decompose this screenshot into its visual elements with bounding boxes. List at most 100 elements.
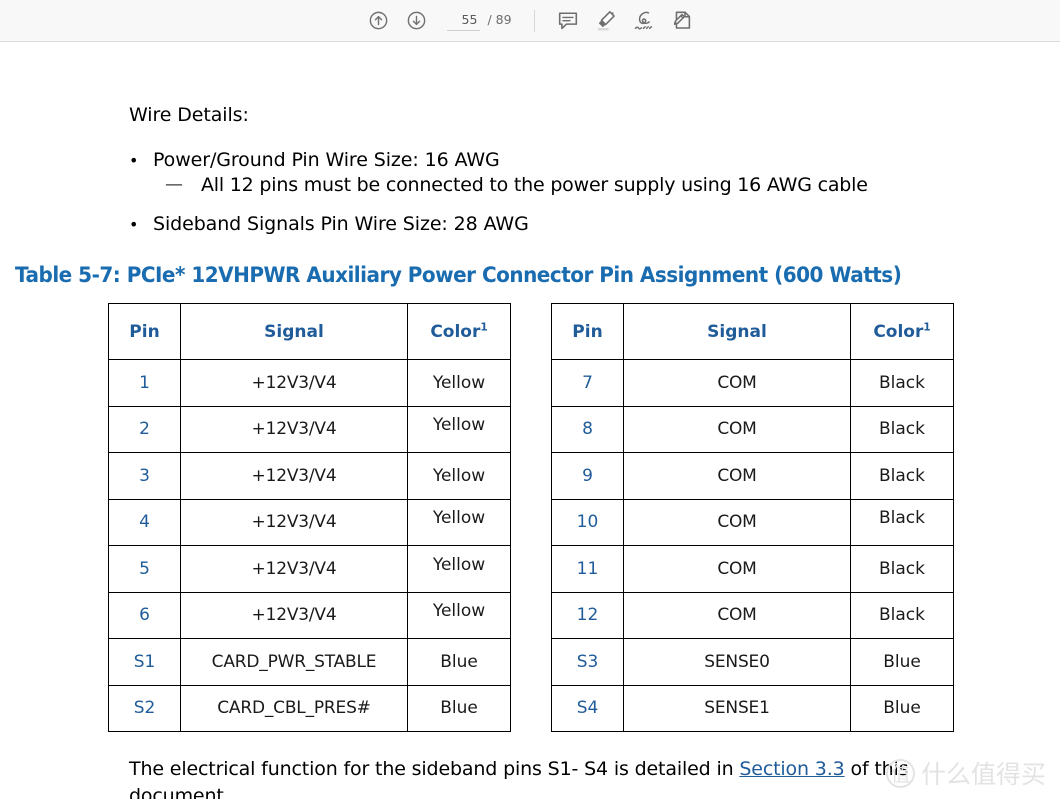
cell-signal: COM (623, 452, 851, 500)
table-row: 12 COM Black (551, 591, 954, 639)
bullet-marker: • (129, 151, 139, 170)
toolbar-divider (533, 9, 535, 32)
cell-color: Blue (407, 638, 511, 686)
table-body: 7 COM Black 8 COM Black 9 COM Black 10 COM Black 11 C… (551, 359, 954, 732)
cell-color-label: Black (879, 372, 925, 393)
cell-color-label: Black (879, 558, 925, 579)
sign-tool-button[interactable] (663, 4, 701, 38)
cell-color-label: Black (879, 465, 925, 486)
sub-item-all-pins: — All 12 pins must be connected to the p… (165, 174, 868, 196)
cell-color: Blue (850, 638, 954, 686)
draw-tool-button[interactable] (625, 4, 663, 38)
annotation-tools-group (549, 4, 701, 38)
table-row: S1 CARD_PWR_STABLE Blue (108, 638, 511, 686)
cell-pin: 11 (551, 545, 624, 593)
next-page-button[interactable] (397, 4, 435, 38)
cell-pin: 9 (551, 452, 624, 500)
cell-signal: +12V3/V4 (180, 452, 408, 500)
cell-signal: COM (623, 545, 851, 593)
table-row: 11 COM Black (551, 545, 954, 593)
table-row: 7 COM Black (551, 359, 954, 407)
column-header-pin: Pin (551, 303, 624, 360)
cell-signal: COM (623, 498, 851, 546)
cell-color: Black (850, 359, 954, 407)
cell-color-label: Black (879, 605, 925, 626)
cell-color-label: Blue (440, 651, 478, 672)
cell-pin: 3 (108, 452, 181, 500)
table-row: 2 +12V3/V4 Yellow (108, 405, 511, 453)
previous-page-button[interactable] (359, 4, 397, 38)
cell-pin: S4 (551, 684, 624, 732)
table-row: 9 COM Black (551, 452, 954, 500)
page-number-input[interactable] (447, 10, 481, 31)
cell-signal: COM (623, 359, 851, 407)
column-header-signal: Signal (180, 303, 408, 360)
cell-signal: COM (623, 591, 851, 639)
cell-color: Yellow (407, 359, 511, 407)
bullet-text: Power/Ground Pin Wire Size: 16 AWG (153, 149, 500, 171)
cell-color: Black (850, 405, 954, 453)
sign-document-icon (670, 9, 694, 33)
footnote-marker: 1 (923, 320, 931, 333)
cell-color-label: Yellow (432, 465, 486, 486)
cell-pin: 2 (108, 405, 181, 453)
cell-signal: COM (623, 405, 851, 453)
table-row: S4 SENSE1 Blue (551, 684, 954, 732)
table-row: 8 COM Black (551, 405, 954, 453)
cell-signal: +12V3/V4 (180, 545, 408, 593)
column-header-color: Color1 (407, 303, 511, 360)
cell-pin: 4 (108, 498, 181, 546)
cell-signal: +12V3/V4 (180, 591, 408, 639)
closing-text-prefix: The electrical function for the sideband… (129, 758, 740, 780)
cell-signal: +12V3/V4 (180, 498, 408, 546)
page-navigation-group (359, 4, 435, 38)
table-row: S2 CARD_CBL_PRES# Blue (108, 684, 511, 732)
table-body: 1 +12V3/V4 Yellow 2 +12V3/V4 Yellow 3 +12V3/V4 Y… (108, 359, 511, 732)
cell-pin: 10 (551, 498, 624, 546)
cell-pin: S1 (108, 638, 181, 686)
cell-signal: SENSE1 (623, 684, 851, 732)
cell-pin: S2 (108, 684, 181, 732)
bullet-item-power-ground: • Power/Ground Pin Wire Size: 16 AWG (129, 149, 500, 172)
bullet-marker: • (129, 215, 139, 234)
cell-color: Blue (407, 684, 511, 732)
table-row: 6 +12V3/V4 Yellow (108, 591, 511, 639)
cell-signal: SENSE0 (623, 638, 851, 686)
cell-color-label: Blue (883, 698, 921, 719)
circle-arrow-up-icon (368, 10, 389, 31)
highlight-tool-button[interactable] (587, 4, 625, 38)
column-header-color-label: Color (430, 321, 481, 342)
footnote-marker: 1 (480, 320, 488, 333)
cell-color: Black (850, 591, 954, 639)
cell-pin: S3 (551, 638, 624, 686)
cell-color: Black (850, 545, 954, 593)
comment-icon (556, 9, 580, 33)
table-header-row: Pin Signal Color1 (551, 303, 954, 360)
sub-item-text: All 12 pins must be connected to the pow… (201, 174, 868, 196)
cell-color: Blue (850, 684, 954, 732)
cell-color: Yellow (407, 591, 511, 639)
cell-pin: 5 (108, 545, 181, 593)
page-indicator: / 89 (447, 10, 512, 31)
cell-pin: 12 (551, 591, 624, 639)
dash-marker: — (165, 174, 183, 195)
cell-color-label: Yellow (432, 601, 486, 622)
column-header-color: Color1 (850, 303, 954, 360)
cell-pin: 1 (108, 359, 181, 407)
closing-paragraph: The electrical function for the sideband… (129, 756, 1009, 799)
wire-details-heading: Wire Details: (129, 104, 249, 126)
cell-signal: +12V3/V4 (180, 359, 408, 407)
cell-color-label: Yellow (432, 508, 486, 529)
signature-pen-icon (632, 9, 656, 33)
comment-tool-button[interactable] (549, 4, 587, 38)
cell-color: Black (850, 452, 954, 500)
pdf-toolbar: / 89 (0, 0, 1060, 42)
cell-signal: CARD_CBL_PRES# (180, 684, 408, 732)
table-row: 1 +12V3/V4 Yellow (108, 359, 511, 407)
table-row: 10 COM Black (551, 498, 954, 546)
section-3-3-link[interactable]: Section 3.3 (739, 758, 844, 780)
pin-assignment-table-right: Pin Signal Color1 7 COM Black 8 COM Black 9 COM… (551, 303, 954, 732)
cell-color-label: Blue (883, 651, 921, 672)
total-pages-label: / 89 (487, 11, 512, 27)
column-header-color-label: Color (873, 321, 924, 342)
